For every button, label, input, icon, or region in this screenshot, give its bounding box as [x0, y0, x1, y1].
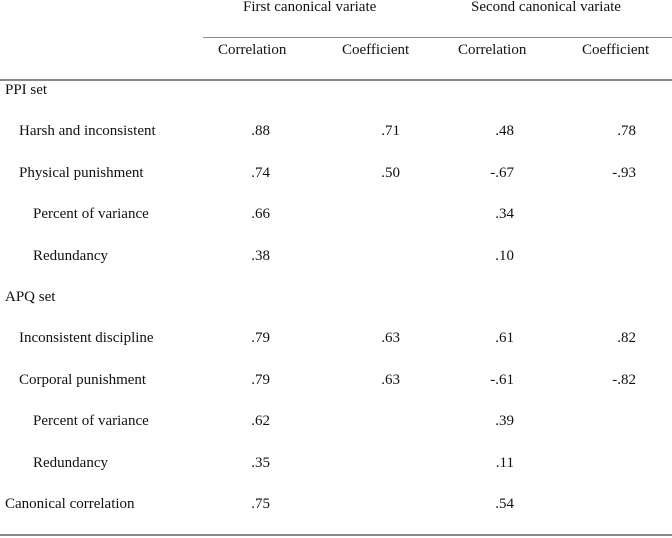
cell-value: .10: [495, 248, 514, 264]
cell-value: .54: [495, 496, 514, 512]
row-label: Canonical correlation: [5, 496, 135, 512]
row-label: Harsh and inconsistent: [19, 123, 156, 139]
cell-value: .63: [381, 372, 400, 388]
cell-value: .34: [495, 206, 514, 222]
cell-value: -.93: [612, 165, 636, 181]
header-divider: [203, 37, 672, 38]
cell-value: .35: [251, 455, 270, 471]
column-header-coefficient-1: Coefficient: [342, 42, 410, 58]
cell-value: -.61: [490, 372, 514, 388]
cell-value: -.82: [612, 372, 636, 388]
column-header-coefficient-2: Coefficient: [582, 42, 650, 58]
cell-value: .75: [251, 496, 270, 512]
row-label: Redundancy: [33, 455, 108, 471]
cell-value: .79: [251, 372, 270, 388]
row-label: Inconsistent discipline: [19, 330, 154, 346]
cell-value: .50: [381, 165, 400, 181]
cell-value: .71: [381, 123, 400, 139]
group-header-second-variate: Second canonical variate: [471, 0, 621, 15]
row-label: Percent of variance: [33, 206, 149, 222]
header-bottom-rule: [0, 79, 672, 81]
cell-value: .63: [381, 330, 400, 346]
cell-value: .61: [495, 330, 514, 346]
cell-value: .88: [251, 123, 270, 139]
cell-value: .82: [617, 330, 636, 346]
table-bottom-rule: [0, 534, 672, 536]
column-header-correlation-1: Correlation: [218, 42, 287, 58]
cell-value: .66: [251, 206, 270, 222]
cell-value: .78: [617, 123, 636, 139]
row-label: Percent of variance: [33, 413, 149, 429]
cell-value: -.67: [490, 165, 514, 181]
cell-value: .39: [495, 413, 514, 429]
row-label: Physical punishment: [19, 165, 144, 181]
row-label: Corporal punishment: [19, 372, 147, 388]
cell-value: .74: [251, 165, 270, 181]
cell-value: .48: [495, 123, 514, 139]
cell-value: .79: [251, 330, 270, 346]
group-header-first-variate: First canonical variate: [243, 0, 377, 15]
cell-value: .11: [495, 455, 514, 471]
row-label: PPI set: [5, 82, 48, 98]
cell-value: .62: [251, 413, 270, 429]
cell-value: .38: [251, 248, 270, 264]
row-label: APQ set: [5, 289, 56, 305]
column-header-correlation-2: Correlation: [458, 42, 527, 58]
row-label: Redundancy: [33, 248, 108, 264]
